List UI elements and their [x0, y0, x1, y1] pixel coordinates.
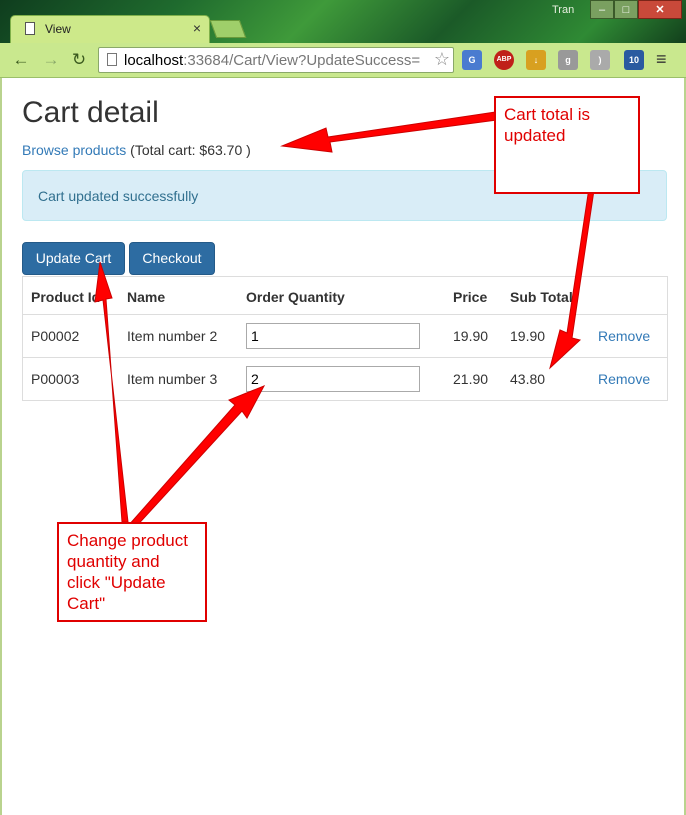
quantity-cell	[238, 314, 445, 358]
alert-text: Cart updated successfully	[38, 188, 199, 204]
quantity-input[interactable]	[246, 366, 420, 392]
column-header: Name	[119, 276, 238, 315]
quantity-cell	[238, 357, 445, 401]
cart-summary: Browse products (Total cart: $63.70 )	[22, 142, 251, 158]
close-window-button[interactable]: ✕	[638, 0, 682, 19]
table-row: P00002 Item number 2 19.90 19.90 Remove	[22, 314, 668, 358]
checkout-button[interactable]: Checkout	[129, 242, 215, 275]
subtotal-cell: 19.90	[502, 314, 590, 358]
cart-total-text: (Total cart: $63.70 )	[130, 142, 251, 158]
price-cell: 19.90	[445, 314, 502, 358]
download-icon[interactable]: ↓	[526, 50, 546, 70]
browser-tab[interactable]: View ×	[10, 15, 210, 43]
annotation-total: Cart total is updated	[494, 96, 640, 194]
adblock-icon[interactable]: ABP	[494, 50, 514, 70]
subtotal-cell: 43.80	[502, 357, 590, 401]
page-icon	[107, 53, 117, 66]
bookmark-star-icon[interactable]: ☆	[434, 49, 450, 70]
back-button[interactable]: ←	[10, 49, 32, 71]
table-row: P00003 Item number 3 21.90 43.80 Remove	[22, 357, 668, 401]
quantity-input[interactable]	[246, 323, 420, 349]
action-cell: Remove	[590, 357, 668, 401]
new-tab-button[interactable]	[209, 20, 247, 38]
annotation-quantity: Change product quantity and click "Updat…	[57, 522, 207, 622]
column-header: Price	[445, 276, 502, 315]
profile-name[interactable]: Tran	[552, 4, 574, 16]
page-icon	[25, 22, 35, 35]
product-name-cell: Item number 2	[119, 314, 238, 358]
table-header-row: Product Id Name Order Quantity Price Sub…	[22, 276, 668, 315]
reload-button[interactable]: ↻	[68, 49, 90, 71]
maximize-button[interactable]: □	[614, 0, 638, 19]
menu-icon[interactable]: ≡	[656, 49, 667, 70]
tab-title: View	[45, 22, 71, 36]
action-cell: Remove	[590, 314, 668, 358]
product-id-cell: P00003	[22, 357, 119, 401]
page-title: Cart detail	[22, 96, 159, 129]
google-icon[interactable]: g	[558, 50, 578, 70]
rss-icon[interactable]: )	[590, 50, 610, 70]
column-header: Product Id	[22, 276, 119, 315]
update-cart-button[interactable]: Update Cart	[22, 242, 125, 275]
minimize-button[interactable]: ‒	[590, 0, 614, 19]
translate-icon[interactable]: G	[462, 50, 482, 70]
window-titlebar: View × Tran ‒ □ ✕	[0, 0, 686, 43]
column-header: Sub Total	[502, 276, 590, 315]
product-id-cell: P00002	[22, 314, 119, 358]
remove-link[interactable]: Remove	[598, 371, 650, 387]
browser-toolbar: ← → ↻ localhost:33684/Cart/View?UpdateSu…	[0, 43, 686, 78]
remove-link[interactable]: Remove	[598, 328, 650, 344]
price-cell: 21.90	[445, 357, 502, 401]
badge-icon[interactable]: 10	[624, 50, 644, 70]
column-header	[590, 276, 668, 315]
forward-button[interactable]: →	[40, 49, 62, 71]
address-bar[interactable]: localhost:33684/Cart/View?UpdateSuccess=…	[98, 47, 454, 73]
browse-products-link[interactable]: Browse products	[22, 142, 126, 158]
cart-table: Product Id Name Order Quantity Price Sub…	[22, 276, 668, 401]
product-name-cell: Item number 3	[119, 357, 238, 401]
column-header: Order Quantity	[238, 276, 445, 315]
url-text: localhost:33684/Cart/View?UpdateSuccess=	[124, 52, 421, 69]
tab-close-icon[interactable]: ×	[193, 20, 201, 36]
